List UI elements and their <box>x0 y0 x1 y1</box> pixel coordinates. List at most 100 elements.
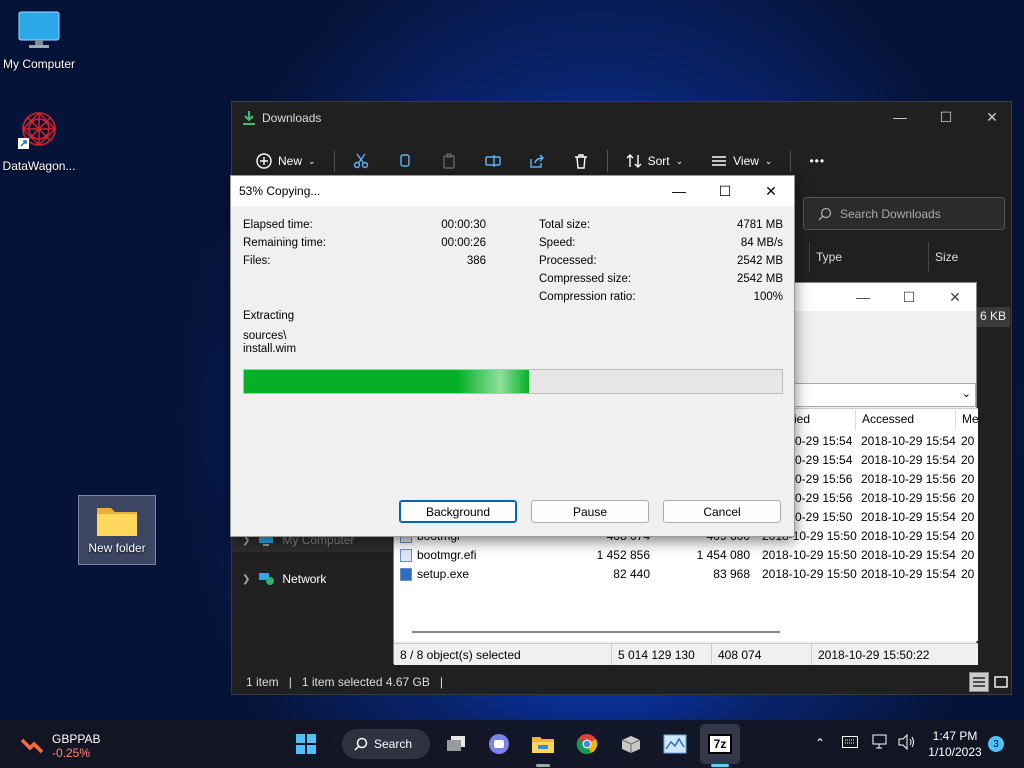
column-header-size[interactable]: Size <box>928 242 1008 272</box>
sort-label: Sort <box>647 154 670 168</box>
stat-label: Files: <box>243 255 271 267</box>
taskbar-search-button[interactable]: Search <box>342 729 430 759</box>
status-item-size: 408 074 <box>712 644 812 665</box>
nav-item-network[interactable]: ❯ Network <box>242 572 326 586</box>
search-downloads-input[interactable]: Search Downloads <box>803 197 1005 230</box>
column-header-modified[interactable]: ied <box>788 408 856 430</box>
chevron-down-icon: ⌄ <box>961 388 971 400</box>
stat-value: 2542 MB <box>736 273 783 285</box>
column-header-accessed[interactable]: Accessed <box>856 408 956 430</box>
resource-monitor-button[interactable] <box>658 728 692 760</box>
copy-progress-bar <box>243 369 783 394</box>
nav-label: Network <box>282 572 327 586</box>
start-button[interactable] <box>289 728 323 760</box>
new-label: New <box>278 154 303 168</box>
paste-button[interactable] <box>427 146 471 176</box>
explorer-title: Downloads <box>262 111 322 125</box>
file-explorer-taskbar-button[interactable] <box>526 728 560 760</box>
sevenzip-taskbar-button[interactable]: 7z <box>703 728 737 760</box>
share-button[interactable] <box>515 146 559 176</box>
chat-icon <box>489 734 509 754</box>
desktop-icon-datawagon[interactable]: DataWagon... <box>0 108 79 173</box>
file-modified: 2018-10-29 15:50 <box>762 567 857 581</box>
copy-progress-dialog: 53% Copying... — ☐ ✕ Elapsed time: 00:00… <box>230 175 795 537</box>
stat-label: Total size: <box>539 219 591 231</box>
horizontal-scrollbar[interactable] <box>412 631 780 633</box>
chevron-right-icon: ❯ <box>242 573 251 585</box>
sevenzip-close-button[interactable]: ✕ <box>932 282 978 312</box>
details-view-button[interactable] <box>969 672 989 692</box>
rename-button[interactable] <box>471 146 515 176</box>
toolbar-divider <box>606 150 608 172</box>
desktop-icon-label: My Computer <box>2 57 76 71</box>
status-date: 2018-10-29 15:50:22 <box>818 648 930 662</box>
teams-chat-button[interactable] <box>482 728 516 760</box>
stat-label: Elapsed time: <box>243 219 313 231</box>
trash-icon <box>574 154 587 169</box>
running-indicator <box>536 764 550 767</box>
keyboard-layout-button[interactable] <box>842 736 858 751</box>
column-header-more[interactable]: Me <box>956 408 979 430</box>
cancel-label: Cancel <box>703 504 741 519</box>
file-modified: 0-29 15:50 <box>795 510 853 524</box>
desktop-icon-label: DataWagon... <box>2 159 76 173</box>
file-more: 20 <box>961 529 975 543</box>
virtual-machine-button[interactable] <box>614 728 648 760</box>
chrome-button[interactable] <box>570 728 604 760</box>
background-label: Background <box>425 504 491 519</box>
file-packed-size: 83 968 <box>713 567 750 581</box>
close-button[interactable]: ✕ <box>969 102 1015 132</box>
current-file: install.wim <box>243 343 297 355</box>
paste-icon <box>442 153 455 169</box>
file-accessed: 2018-10-29 15:56 <box>861 491 956 505</box>
volume-button[interactable] <box>898 733 916 753</box>
more-options-button[interactable]: ••• <box>795 146 839 176</box>
cube-box-icon <box>621 736 641 753</box>
column-header-type[interactable]: Type <box>809 242 927 272</box>
stock-widget[interactable]: GBPPAB -0.25% <box>20 732 100 760</box>
table-row[interactable]: setup.exe 82 440 83 968 2018-10-29 15:50… <box>394 565 978 584</box>
maximize-icon: ☐ <box>939 108 953 125</box>
file-modified: 0-29 15:56 <box>795 472 853 486</box>
background-button[interactable]: Background <box>399 500 517 523</box>
scissors-icon <box>353 153 368 169</box>
dialog-minimize-button[interactable]: — <box>656 176 702 206</box>
stat-value: 100% <box>753 291 783 303</box>
running-indicator <box>711 764 729 767</box>
minimize-button[interactable]: — <box>877 102 923 132</box>
more-icon: ••• <box>809 154 826 168</box>
dialog-close-button[interactable]: ✕ <box>748 176 794 206</box>
cut-button[interactable] <box>339 146 383 176</box>
pause-button[interactable]: Pause <box>531 500 649 523</box>
desktop-icon-my-computer[interactable]: My Computer <box>0 10 79 71</box>
dialog-maximize-button[interactable]: ☐ <box>702 176 748 206</box>
sevenzip-minimize-button[interactable]: — <box>840 282 886 312</box>
table-row[interactable]: bootmgr.efi 1 452 856 1 454 080 2018-10-… <box>394 546 978 565</box>
tiles-view-button[interactable] <box>991 672 1011 692</box>
clock-time: 1:47 PM <box>932 729 978 743</box>
taskbar: GBPPAB -0.25% Search 7z ⌃ 1:47 PM 1/10/2… <box>0 720 1024 768</box>
desktop-icon-new-folder[interactable]: New folder <box>78 495 156 565</box>
notification-badge[interactable]: 3 <box>988 736 1004 752</box>
explorer-toolbar: New ⌄ Sort ⌄ View ⌄ ••• <box>242 146 839 176</box>
maximize-button[interactable]: ☐ <box>923 102 969 132</box>
file-more: 20 <box>961 434 975 448</box>
download-icon <box>243 111 255 125</box>
toolbar-divider <box>333 150 335 172</box>
network-status-button[interactable] <box>872 734 890 753</box>
show-hidden-icons-button[interactable]: ⌃ <box>815 736 825 750</box>
view-label: View <box>733 154 759 168</box>
new-button[interactable]: New ⌄ <box>242 146 330 176</box>
folder-icon <box>532 737 554 753</box>
search-placeholder: Search Downloads <box>840 206 941 221</box>
task-view-button[interactable] <box>439 728 473 760</box>
clock[interactable]: 1:47 PM 1/10/2023 <box>926 729 984 759</box>
sevenzip-maximize-button[interactable]: ☐ <box>886 282 932 312</box>
file-more: 20 <box>961 510 975 524</box>
sort-button[interactable]: Sort ⌄ <box>612 146 698 176</box>
copy-button[interactable] <box>383 146 427 176</box>
delete-button[interactable] <box>559 146 603 176</box>
cancel-button[interactable]: Cancel <box>663 500 781 523</box>
network-ethernet-icon <box>872 734 887 749</box>
view-button[interactable]: View ⌄ <box>697 146 786 176</box>
